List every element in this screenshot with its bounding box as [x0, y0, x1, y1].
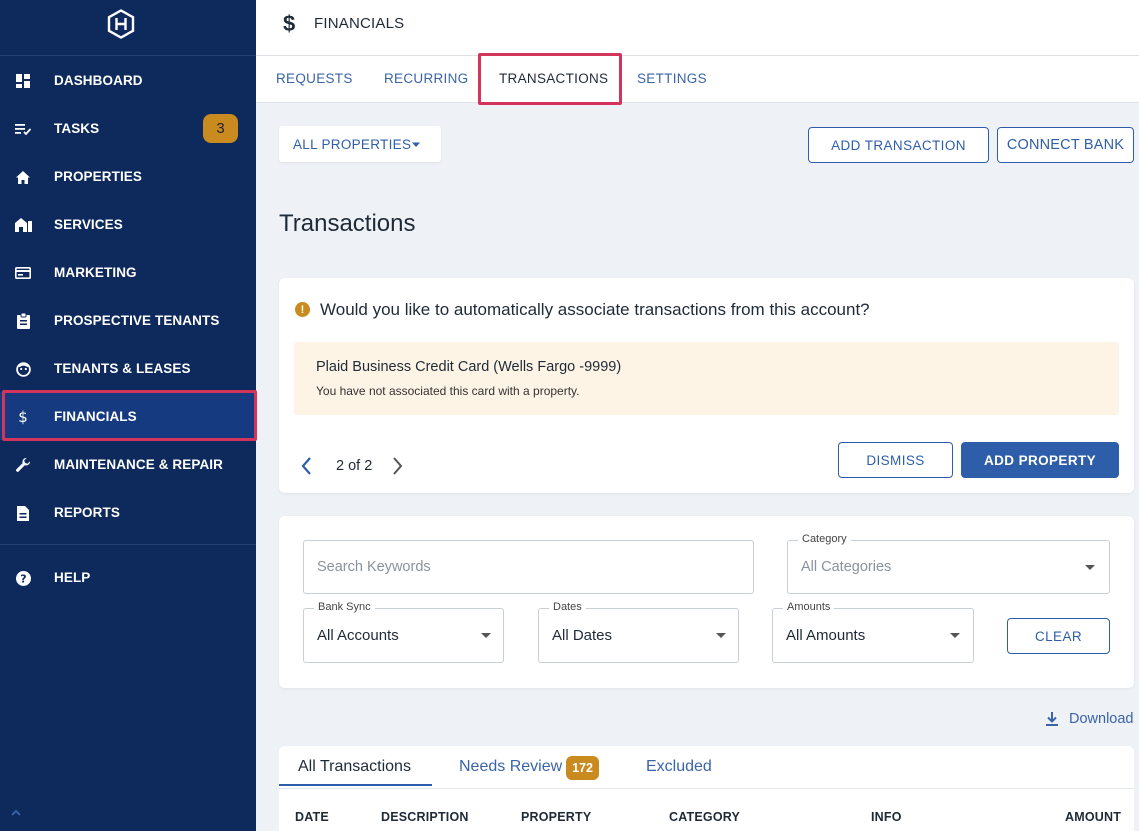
chevron-left-icon[interactable]: [299, 456, 315, 476]
add-property-button[interactable]: ADD PROPERTY: [961, 442, 1119, 478]
sidebar-item-label: SERVICES: [54, 216, 123, 232]
search-input[interactable]: [303, 540, 754, 594]
clear-filters-button[interactable]: CLEAR: [1007, 618, 1110, 654]
sidebar-item-label: HELP: [54, 569, 91, 585]
tenant-icon: [14, 360, 32, 378]
dates-select[interactable]: Dates All Dates: [538, 601, 739, 663]
sidebar-item-financials[interactable]: $ FINANCIALS: [0, 392, 256, 440]
category-label: Category: [798, 533, 851, 545]
caret-down-icon: [481, 633, 491, 638]
tab-settings[interactable]: SETTINGS: [637, 71, 707, 86]
sidebar-divider: [0, 544, 256, 545]
column-header-date[interactable]: DATE: [295, 810, 329, 824]
sidebar-item-label: PROPERTIES: [54, 168, 143, 184]
table-header-row: DATE DESCRIPTION PROPERTY CATEGORY INFO …: [279, 788, 1134, 828]
active-tab-indicator: [279, 784, 432, 786]
caret-down-icon: [412, 142, 420, 147]
download-label: Download: [1069, 711, 1134, 727]
tab-excluded[interactable]: Excluded: [646, 758, 712, 776]
page-title: Transactions: [279, 210, 416, 237]
sidebar-item-marketing[interactable]: MARKETING: [0, 248, 256, 296]
sidebar-item-maintenance-repair[interactable]: MAINTENANCE & REPAIR: [0, 440, 256, 488]
download-icon: [1046, 712, 1058, 726]
account-note: You have not associated this card with a…: [316, 384, 580, 398]
download-link[interactable]: Download: [1045, 711, 1134, 727]
column-header-amount[interactable]: AMOUNT: [1065, 810, 1121, 824]
amounts-label: Amounts: [783, 601, 835, 613]
sidebar-item-dashboard[interactable]: DASHBOARD: [0, 56, 256, 104]
chevron-right-icon[interactable]: [389, 456, 405, 476]
needs-review-count-badge: 172: [566, 756, 599, 780]
tab-all-transactions[interactable]: All Transactions: [298, 758, 411, 776]
tab-recurring[interactable]: RECURRING: [384, 71, 468, 86]
sidebar-item-label: MARKETING: [54, 264, 137, 280]
sidebar-item-label: TASKS: [54, 120, 100, 136]
column-header-info[interactable]: INFO: [871, 810, 902, 824]
association-question: Would you like to automatically associat…: [320, 300, 870, 319]
wrench-icon: [14, 456, 32, 474]
sidebar-item-label: TENANTS & LEASES: [54, 360, 191, 376]
category-value: All Categories: [801, 559, 892, 575]
dollar-icon: $: [283, 11, 296, 36]
sidebar-item-label: PROSPECTIVE TENANTS: [54, 312, 220, 328]
tab-requests[interactable]: REQUESTS: [276, 71, 353, 86]
page-header: $ FINANCIALS: [256, 0, 1139, 56]
bank-sync-select[interactable]: Bank Sync All Accounts: [303, 601, 504, 663]
report-icon: [14, 504, 32, 522]
sidebar-item-services[interactable]: SERVICES: [0, 200, 256, 248]
home-icon: [14, 168, 32, 186]
bank-sync-label: Bank Sync: [314, 601, 375, 613]
amounts-value: All Amounts: [786, 627, 866, 644]
category-select[interactable]: Category All Categories: [787, 533, 1110, 594]
caret-down-icon: [950, 633, 960, 638]
tab-transactions[interactable]: TRANSACTIONS: [499, 71, 608, 86]
help-icon: ?: [14, 569, 32, 587]
column-header-description[interactable]: DESCRIPTION: [381, 810, 469, 824]
property-filter-label: ALL PROPERTIES: [293, 136, 412, 152]
column-header-property[interactable]: PROPERTY: [521, 810, 591, 824]
account-name: Plaid Business Credit Card (Wells Fargo …: [316, 359, 622, 375]
dates-label: Dates: [549, 601, 586, 613]
sidebar-item-label: FINANCIALS: [54, 408, 137, 424]
sidebar: DASHBOARD TASKS 3 PROPERTIES SERVICES MA…: [0, 0, 257, 831]
sidebar-item-label: DASHBOARD: [54, 72, 143, 88]
add-transaction-button[interactable]: ADD TRANSACTION: [808, 127, 989, 163]
svg-text:?: ?: [20, 572, 26, 585]
property-filter-dropdown[interactable]: ALL PROPERTIES: [279, 126, 441, 162]
caret-down-icon: [716, 633, 726, 638]
sidebar-item-reports[interactable]: REPORTS: [0, 488, 256, 536]
bank-sync-value: All Accounts: [317, 627, 399, 644]
sidebar-item-help[interactable]: ? HELP: [0, 553, 256, 601]
sidebar-item-label: MAINTENANCE & REPAIR: [54, 456, 224, 472]
services-icon: [14, 216, 32, 234]
tasks-count-badge: 3: [203, 114, 238, 143]
clipboard-icon: [14, 312, 32, 330]
marketing-icon: [14, 264, 32, 282]
dashboard-icon: [14, 72, 32, 90]
dismiss-button[interactable]: DISMISS: [838, 442, 953, 478]
sidebar-item-properties[interactable]: PROPERTIES: [0, 152, 256, 200]
connect-bank-button[interactable]: CONNECT BANK: [997, 127, 1134, 163]
account-notice: Plaid Business Credit Card (Wells Fargo …: [294, 342, 1119, 415]
sidebar-item-label: REPORTS: [54, 504, 120, 520]
caret-down-icon: [1085, 565, 1095, 570]
sidebar-item-tenants-leases[interactable]: TENANTS & LEASES: [0, 344, 256, 392]
dollar-icon: $: [18, 408, 28, 426]
chevron-up-icon[interactable]: [10, 808, 22, 818]
info-icon: !: [295, 302, 310, 317]
transactions-table: All Transactions Needs Review 172 Exclud…: [279, 746, 1134, 831]
section-tabs: REQUESTS RECURRING TRANSACTIONS SETTINGS: [256, 56, 1139, 103]
dates-value: All Dates: [552, 627, 613, 644]
amounts-select[interactable]: Amounts All Amounts: [772, 601, 974, 663]
app-logo-icon[interactable]: [106, 9, 136, 39]
tasks-icon: [14, 120, 32, 138]
pager-indicator: 2 of 2: [336, 458, 373, 474]
tab-needs-review[interactable]: Needs Review: [459, 758, 562, 776]
sidebar-item-prospective-tenants[interactable]: PROSPECTIVE TENANTS: [0, 296, 256, 344]
page-section-title: FINANCIALS: [314, 15, 405, 32]
column-header-category[interactable]: CATEGORY: [669, 810, 740, 824]
